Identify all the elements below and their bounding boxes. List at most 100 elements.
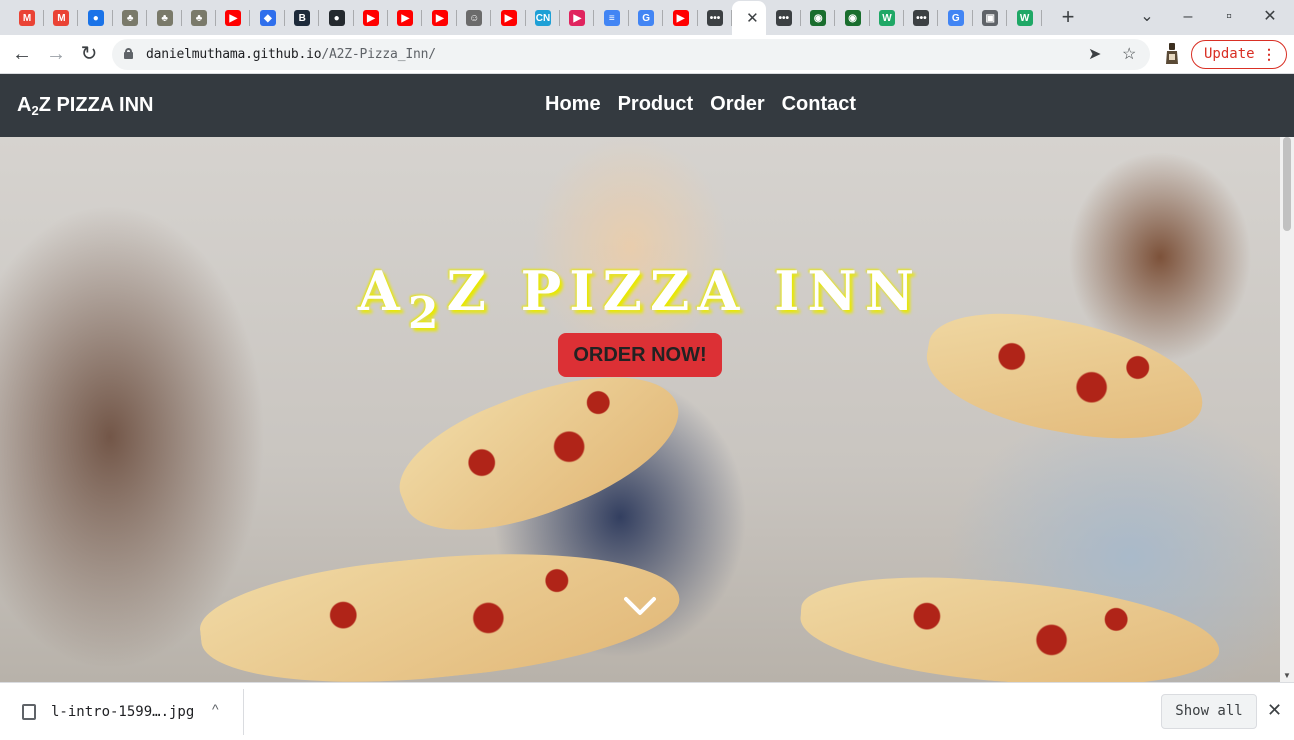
browser-tab[interactable]: ● (320, 1, 354, 35)
browser-tab[interactable]: ▶ (492, 1, 526, 35)
media-icon: ▶ (569, 10, 586, 26)
address-bar[interactable]: danielmuthama.github.io/A2Z-Pizza_Inn/ ➤… (112, 39, 1150, 70)
active-tab[interactable]: ✕ (732, 1, 767, 35)
bookmark-star-icon[interactable]: ☆ (1122, 44, 1136, 64)
tab-strip: + ⌄ – ▫ ✕ M M ● ♣ ♣ ♣ ▶ ◆ B ● ▶ ▶ ▶ ☺ ▶ CN ▶ ≡ G ▶ ••• ✕ ••• ◉ ◉… (0, 0, 1294, 35)
browser-tab[interactable]: ◉ (801, 1, 836, 35)
browser-tab[interactable]: ▶ (354, 1, 388, 35)
browser-tab[interactable]: ▶ (664, 1, 698, 35)
browser-tab[interactable]: ••• (698, 1, 732, 35)
chat-icon: ••• (913, 10, 930, 26)
browser-tab[interactable]: ♣ (113, 1, 148, 35)
w-icon: W (1016, 10, 1033, 26)
github-icon: ● (328, 10, 345, 26)
browser-tab[interactable]: ▶ (216, 1, 251, 35)
w-icon: W (879, 10, 895, 26)
browser-tab[interactable]: CN (526, 1, 560, 35)
browser-tab[interactable]: B (285, 1, 320, 35)
chat-icon: ••• (707, 10, 723, 26)
download-file-name[interactable]: l-intro-1599….jpg (51, 704, 194, 720)
docs-icon: ≡ (603, 10, 620, 26)
youtube-icon: ▶ (363, 10, 379, 26)
diamond-icon: ◆ (259, 10, 276, 26)
browser-tab[interactable]: W (1008, 1, 1042, 35)
contacts-icon: ● (87, 10, 104, 26)
nav-link-order[interactable]: Order (710, 93, 764, 116)
gmail-icon: M (19, 10, 35, 26)
robot-icon: ☺ (466, 10, 483, 26)
browser-tab[interactable]: G (629, 1, 664, 35)
menu-icon[interactable]: ⋮ (1262, 41, 1276, 68)
google-icon: G (947, 10, 964, 26)
pizza-slice-image (797, 567, 1223, 682)
gmail-icon: M (53, 10, 70, 26)
tab-search-button[interactable]: ⌄ (1130, 4, 1164, 30)
hero-title: A2Z PIZZA INN (357, 259, 923, 339)
tab-separator (1040, 10, 1042, 26)
browser-tab[interactable]: ▶ (423, 1, 457, 35)
site-brand-link[interactable]: A2Z PIZZA INN (17, 94, 154, 118)
download-options-caret-icon[interactable]: ^ (212, 701, 219, 717)
window-close-button[interactable]: ✕ (1253, 4, 1287, 30)
reload-button[interactable]: ↻ (75, 40, 103, 68)
bootstrap-icon: B (294, 10, 311, 26)
close-shelf-icon[interactable]: ✕ (1267, 700, 1282, 721)
nav-link-home[interactable]: Home (545, 93, 601, 116)
extension-icon[interactable] (1163, 43, 1181, 65)
tab-close-icon[interactable]: ✕ (746, 9, 759, 27)
browser-tab[interactable]: M (44, 1, 79, 35)
browser-tab[interactable]: ● (79, 1, 113, 35)
browser-tab[interactable]: G (939, 1, 973, 35)
minimize-button[interactable]: – (1171, 4, 1205, 30)
browser-tab[interactable]: W (870, 1, 904, 35)
update-button[interactable]: Update ⋮ (1191, 40, 1287, 69)
browser-tab[interactable]: ▣ (973, 1, 1008, 35)
chat-icon: ••• (775, 10, 792, 26)
site-navbar: A2Z PIZZA INN Home Product Order Contact (0, 74, 1294, 137)
nav-link-contact[interactable]: Contact (782, 93, 856, 116)
tree-icon: ♣ (156, 10, 173, 26)
tree-icon: ♣ (122, 10, 139, 26)
page-scrollbar[interactable]: ▼ (1280, 137, 1294, 682)
send-icon[interactable]: ➤ (1088, 44, 1101, 64)
tree-icon: ♣ (191, 10, 207, 26)
browser-tab[interactable]: ≡ (595, 1, 629, 35)
url-text[interactable]: danielmuthama.github.io/A2Z-Pizza_Inn/ (146, 47, 436, 62)
browser-tab[interactable]: ▶ (560, 1, 595, 35)
hero-banner: A2Z PIZZA INN ORDER NOW! (0, 137, 1280, 682)
scrollbar-thumb[interactable] (1283, 137, 1291, 231)
browser-tab[interactable]: ••• (767, 1, 801, 35)
show-all-button[interactable]: Show all (1161, 694, 1257, 729)
browser-tab[interactable]: ♣ (148, 1, 182, 35)
maximize-button[interactable]: ▫ (1212, 4, 1246, 30)
order-now-button[interactable]: ORDER NOW! (558, 333, 722, 377)
browser-tab[interactable]: ▶ (388, 1, 423, 35)
download-shelf: l-intro-1599….jpg ^ Show all ✕ (0, 682, 1294, 740)
update-label: Update (1204, 46, 1255, 62)
lock-icon[interactable] (124, 48, 133, 59)
youtube-icon: ▶ (397, 10, 414, 26)
pizza-slice-image (195, 532, 685, 682)
forward-button[interactable]: → (42, 40, 70, 68)
new-tab-button[interactable]: + (1055, 5, 1081, 31)
nav-link-product[interactable]: Product (618, 93, 694, 116)
browser-tab[interactable]: ◆ (251, 1, 285, 35)
youtube-icon: ▶ (500, 10, 517, 26)
browser-tab[interactable]: M (10, 1, 44, 35)
cn-icon: CN (535, 10, 551, 26)
youtube-icon: ▶ (431, 10, 448, 26)
browser-tab[interactable]: ☺ (457, 1, 492, 35)
google-icon: G (638, 10, 655, 26)
scroll-down-chevron-icon[interactable] (624, 595, 656, 617)
browser-toolbar: ← → ↻ danielmuthama.github.io/A2Z-Pizza_… (0, 35, 1294, 74)
youtube-icon: ▶ (225, 10, 242, 26)
divider (243, 689, 244, 735)
kenya-flag-icon: ◉ (810, 10, 827, 26)
monitor-icon: ▣ (982, 10, 999, 26)
back-button[interactable]: ← (8, 40, 36, 68)
browser-tab[interactable]: ♣ (182, 1, 216, 35)
browser-tab[interactable]: ••• (904, 1, 939, 35)
browser-tab[interactable]: ◉ (836, 1, 870, 35)
kenya-flag-icon: ◉ (844, 10, 861, 26)
scroll-down-arrow-icon[interactable]: ▼ (1283, 671, 1291, 680)
